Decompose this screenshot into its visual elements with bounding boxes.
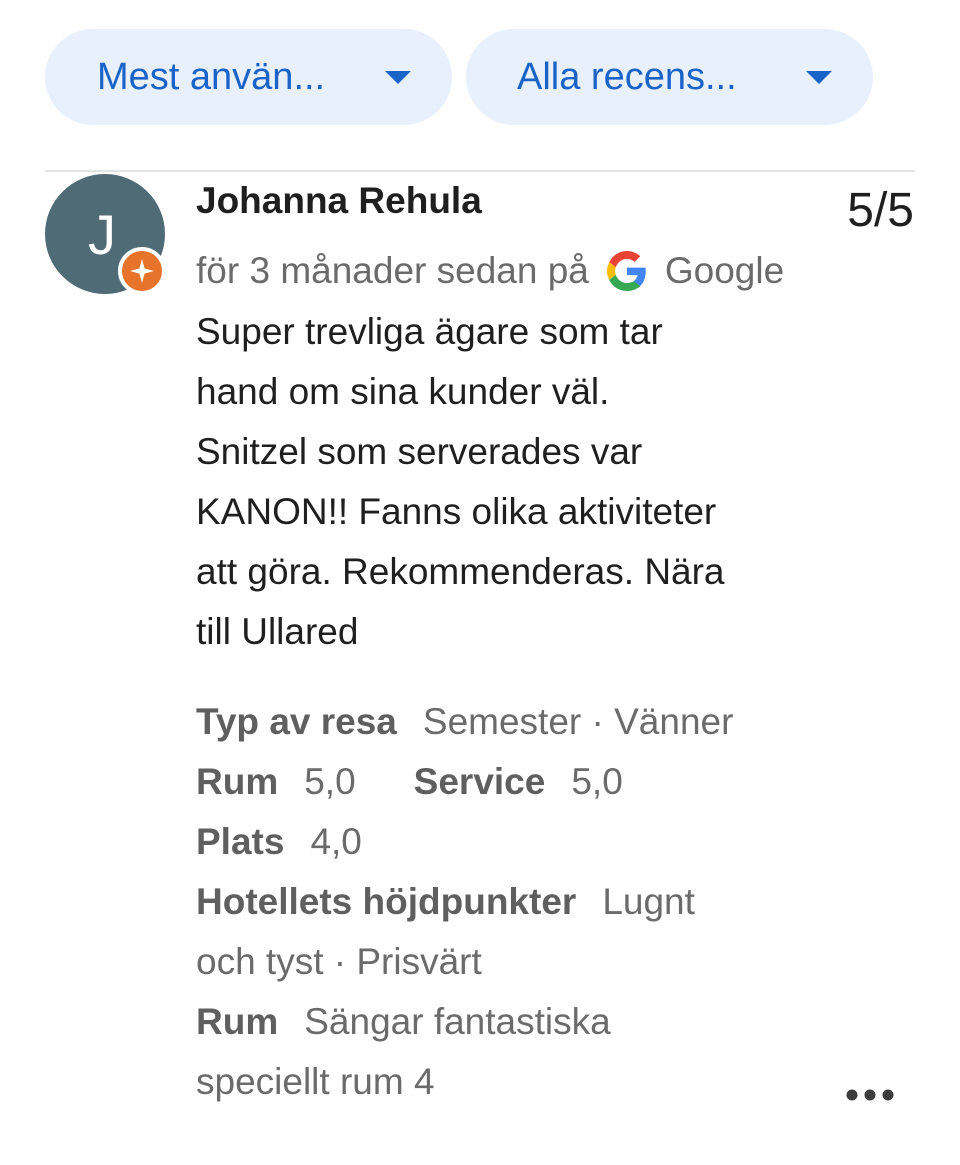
highlights-row-cont: och tyst · Prisvärt xyxy=(196,932,836,992)
trip-type-label: Typ av resa xyxy=(196,701,397,742)
service-rating-value: 5,0 xyxy=(571,761,623,802)
review-text-line: hand om sina kunder väl. xyxy=(196,371,610,412)
chevron-down-icon xyxy=(806,71,832,84)
local-guide-icon xyxy=(118,247,166,295)
highlights-value: Lugnt xyxy=(602,881,695,922)
star-icon xyxy=(130,259,154,283)
trip-type-row: Typ av resa Semester · Vänner xyxy=(196,692,836,752)
divider xyxy=(45,170,915,172)
review-score: 5/5 xyxy=(847,184,914,237)
review-source: Google xyxy=(664,250,785,291)
review-type-filter-chip[interactable]: Alla recens... xyxy=(466,29,873,125)
room-note-value: speciellt rum 4 xyxy=(196,1061,435,1102)
reviews-page: Mest använ... Alla recens... J Johanna R… xyxy=(0,0,960,1165)
more-horizontal-icon xyxy=(846,1089,894,1101)
review-text: Super trevliga ägare som tar hand om sin… xyxy=(196,302,836,662)
room-note-value: Sängar fantastiska xyxy=(304,1001,611,1042)
rooms-rating-label: Rum xyxy=(196,761,279,802)
highlights-value: och tyst · Prisvärt xyxy=(196,941,482,982)
avatar-initial: J xyxy=(88,202,116,266)
location-rating-label: Plats xyxy=(196,821,285,862)
service-rating-label: Service xyxy=(413,761,546,802)
review-text-line: Snitzel som serverades var xyxy=(196,431,643,472)
google-logo-icon xyxy=(606,251,646,291)
review-text-line: att göra. Rekommenderas. Nära xyxy=(196,551,725,592)
review-text-line: Super trevliga ägare som tar xyxy=(196,311,663,352)
review-text-line: till Ullared xyxy=(196,611,359,652)
review-meta: för 3 månader sedan på Google xyxy=(196,250,784,292)
location-rating-value: 4,0 xyxy=(310,821,362,862)
room-note-label: Rum xyxy=(196,1001,279,1042)
chevron-down-icon xyxy=(385,71,411,84)
ratings-row: Rum 5,0 Service 5,0 xyxy=(196,752,836,812)
room-note-row-cont: speciellt rum 4 xyxy=(196,1052,836,1112)
sort-filter-chip[interactable]: Mest använ... xyxy=(45,29,452,125)
review-time: för 3 månader sedan på xyxy=(196,250,589,291)
review-text-line: KANON!! Fanns olika aktiviteter xyxy=(196,491,717,532)
more-options-button[interactable] xyxy=(840,1070,900,1120)
review-type-filter-label: Alla recens... xyxy=(517,55,737,98)
review-author-name[interactable]: Johanna Rehula xyxy=(196,180,482,222)
highlights-label: Hotellets höjdpunkter xyxy=(196,881,577,922)
rooms-rating-value: 5,0 xyxy=(304,761,356,802)
location-row: Plats 4,0 xyxy=(196,812,836,872)
trip-type-value: Semester · Vänner xyxy=(422,701,734,742)
sort-filter-label: Mest använ... xyxy=(97,55,326,98)
highlights-row: Hotellets höjdpunkter Lugnt xyxy=(196,872,836,932)
review-details: Typ av resa Semester · Vänner Rum 5,0 Servi… xyxy=(196,692,836,1112)
room-note-row: Rum Sängar fantastiska xyxy=(196,992,836,1052)
